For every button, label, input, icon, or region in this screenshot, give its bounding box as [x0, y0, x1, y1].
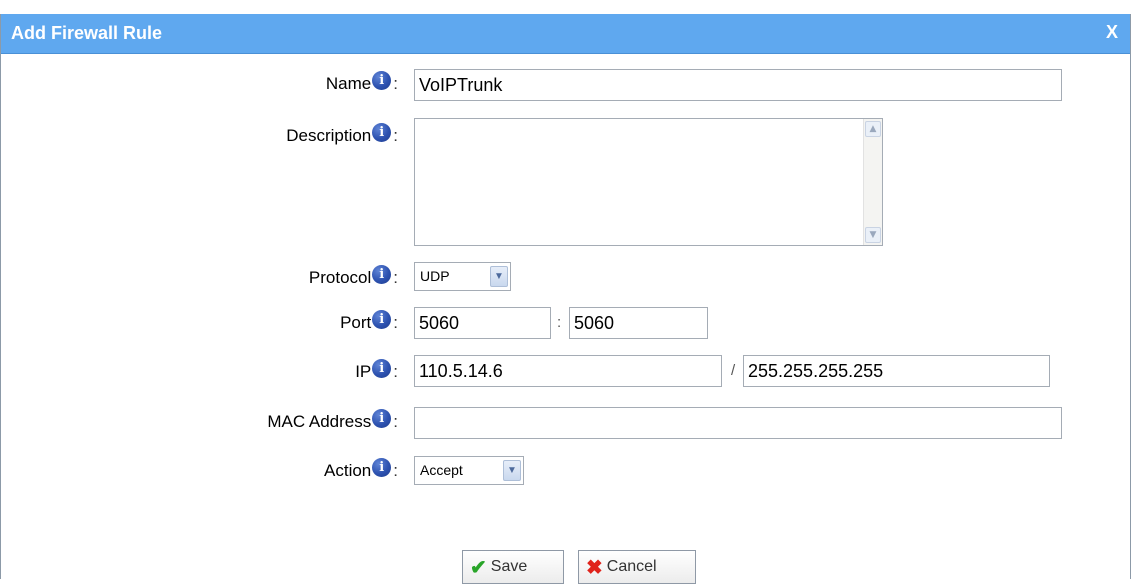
- checkmark-icon: ✔: [470, 556, 487, 579]
- top-strip: [0, 0, 1132, 14]
- save-button-label: Save: [490, 558, 528, 575]
- info-icon[interactable]: i: [372, 264, 392, 284]
- info-icon[interactable]: i: [372, 122, 392, 142]
- cross-icon: ✖: [586, 556, 603, 579]
- action-label: Action: [324, 461, 372, 480]
- description-row-label: Description i :: [286, 122, 398, 148]
- info-icon[interactable]: i: [372, 457, 392, 477]
- cancel-button-label: Cancel: [606, 558, 657, 575]
- description-textarea[interactable]: [414, 118, 883, 246]
- protocol-row-label: Protocol i :: [308, 264, 398, 290]
- port-to-input[interactable]: [569, 307, 708, 339]
- dialog-title: Add Firewall Rule: [11, 23, 163, 43]
- protocol-select[interactable]: UDP ▼: [414, 262, 511, 291]
- port-label: Port: [340, 313, 372, 332]
- action-select[interactable]: Accept ▼: [414, 456, 524, 485]
- name-row-label: Name i :: [325, 70, 398, 96]
- colon: :: [393, 313, 398, 332]
- colon: :: [393, 461, 398, 480]
- scroll-down-icon[interactable]: ▼: [865, 227, 881, 243]
- ip-separator: /: [731, 362, 736, 379]
- ip-address-input[interactable]: [414, 355, 722, 387]
- chevron-down-icon[interactable]: ▼: [490, 266, 508, 287]
- colon: :: [393, 74, 398, 93]
- colon: :: [393, 268, 398, 287]
- ip-mask-input[interactable]: [743, 355, 1050, 387]
- description-label: Description: [286, 126, 372, 145]
- dialog-titlebar: Add Firewall Rule X: [1, 14, 1130, 54]
- chevron-down-icon[interactable]: ▼: [503, 460, 521, 481]
- name-input[interactable]: [414, 69, 1062, 101]
- info-icon[interactable]: i: [372, 70, 392, 90]
- mac-address-input[interactable]: [414, 407, 1062, 439]
- info-icon[interactable]: i: [372, 309, 392, 329]
- scroll-up-icon[interactable]: ▲: [865, 121, 881, 137]
- protocol-selected-value: UDP: [420, 268, 450, 284]
- add-firewall-rule-dialog: Add Firewall Rule X Name i : Description…: [0, 14, 1131, 584]
- info-icon[interactable]: i: [372, 358, 392, 378]
- action-selected-value: Accept: [420, 462, 463, 478]
- close-button[interactable]: X: [1106, 22, 1118, 43]
- description-scrollbar[interactable]: ▲ ▼: [863, 119, 882, 245]
- info-icon[interactable]: i: [372, 408, 392, 428]
- colon: :: [393, 362, 398, 381]
- name-label: Name: [325, 74, 372, 93]
- mac-address-label: MAC Address: [267, 412, 372, 431]
- port-separator: :: [557, 314, 562, 331]
- ip-row-label: IP i :: [355, 358, 398, 384]
- colon: :: [393, 412, 398, 431]
- ip-label: IP: [355, 362, 372, 381]
- port-from-input[interactable]: [414, 307, 551, 339]
- protocol-label: Protocol: [308, 268, 372, 287]
- mac-row-label: MAC Address i :: [267, 408, 398, 434]
- action-row-label: Action i :: [324, 457, 398, 483]
- colon: :: [393, 126, 398, 145]
- port-row-label: Port i :: [340, 309, 398, 335]
